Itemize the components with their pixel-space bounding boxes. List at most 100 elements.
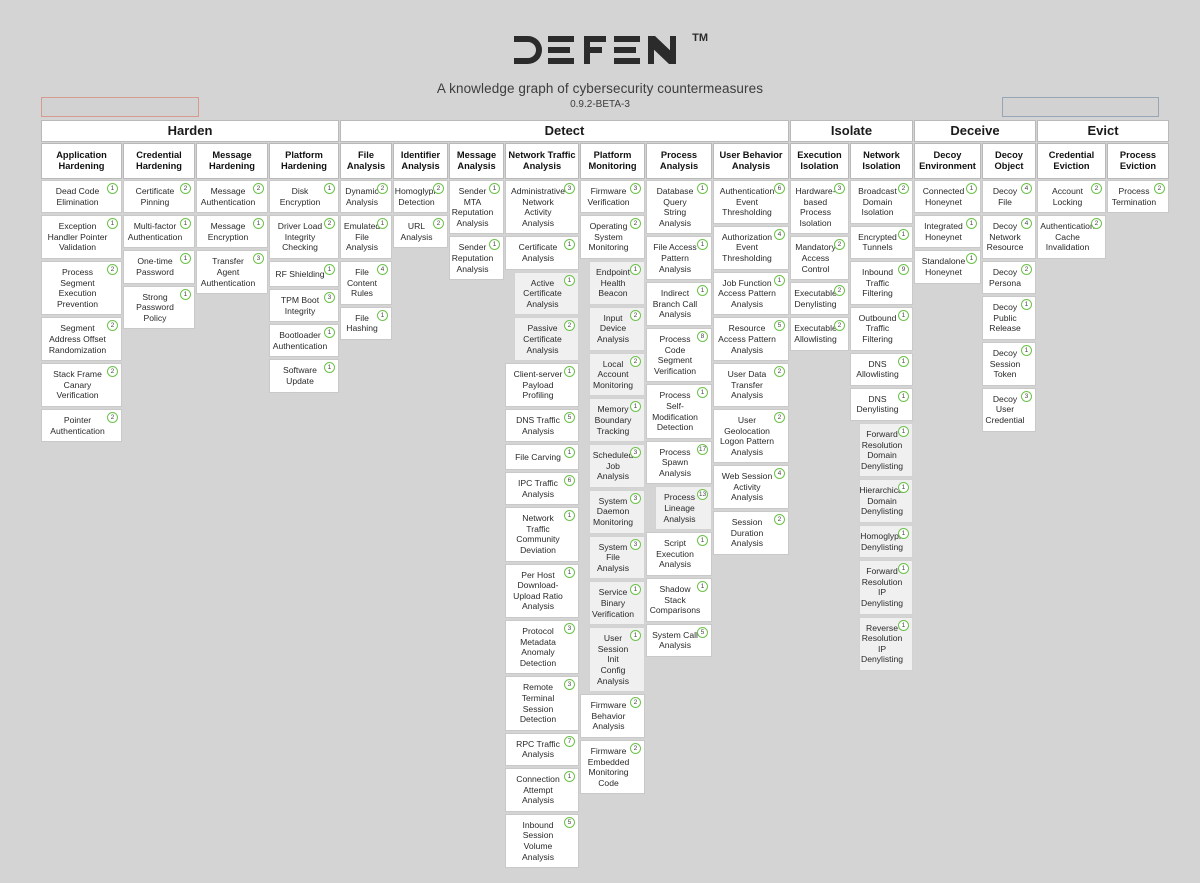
technique-cell-bootloader-authentication[interactable]: Bootloader Authentication 1	[269, 324, 339, 358]
technique-cell-sender-mta-reputation-analysis[interactable]: Sender MTA Reputation Analysis 1	[449, 180, 504, 235]
tactic-header-detect[interactable]: Detect	[340, 120, 789, 142]
technique-cell-homoglyph-denylisting[interactable]: Homoglyph Denylisting 1	[859, 525, 913, 559]
technique-cell-per-host-download-upload-ratio-analysis[interactable]: Per Host Download-Upload Ratio Analysis 1	[505, 563, 579, 619]
technique-cell-decoy-session-token[interactable]: Decoy Session Token 1	[982, 341, 1036, 386]
technique-cell-one-time-password[interactable]: One-time Password 1	[123, 250, 195, 284]
base-technique-header-identifier-analysis[interactable]: Identifier Analysis	[393, 143, 448, 179]
base-technique-header-process-eviction[interactable]: Process Eviction	[1107, 143, 1169, 179]
technique-cell-remote-terminal-session-detection[interactable]: Remote Terminal Session Detection 3	[505, 676, 579, 731]
technique-cell-decoy-user-credential[interactable]: Decoy User Credential 3	[982, 387, 1036, 432]
technique-cell-administrative-network-activity-analysis[interactable]: Administrative Network Activity Analysis…	[505, 180, 579, 235]
technique-cell-authentication-cache-invalidation[interactable]: Authentication Cache Invalidation 2	[1037, 215, 1106, 259]
technique-cell-dns-denylisting[interactable]: DNS Denylisting 1	[850, 387, 913, 421]
technique-cell-hierarchical-domain-denylisting[interactable]: Hierarchical Domain Denylisting 1	[859, 479, 913, 524]
tactic-header-isolate[interactable]: Isolate	[790, 120, 913, 142]
technique-cell-file-hashing[interactable]: File Hashing 1	[340, 306, 392, 340]
base-technique-header-platform-monitoring[interactable]: Platform Monitoring	[580, 143, 645, 179]
technique-cell-pointer-authentication[interactable]: Pointer Authentication 2	[41, 408, 122, 443]
base-technique-header-platform-hardening[interactable]: Platform Hardening	[269, 143, 339, 179]
technique-cell-ipc-traffic-analysis[interactable]: IPC Traffic Analysis 6	[505, 472, 579, 506]
technique-cell-web-session-activity-analysis[interactable]: Web Session Activity Analysis 4	[713, 465, 789, 510]
technique-cell-system-daemon-monitoring[interactable]: System Daemon Monitoring 3	[589, 489, 645, 534]
technique-cell-service-binary-verification[interactable]: Service Binary Verification 1	[589, 581, 645, 626]
technique-cell-sender-reputation-analysis[interactable]: Sender Reputation Analysis 1	[449, 236, 504, 281]
technique-cell-database-query-string-analysis[interactable]: Database Query String Analysis 1	[646, 180, 712, 235]
technique-cell-operating-system-monitoring[interactable]: Operating System Monitoring 2	[580, 215, 645, 259]
technique-cell-reverse-resolution-ip-denylisting[interactable]: Reverse Resolution IP Denylisting 1	[859, 616, 913, 671]
technique-cell-forward-resolution-domain-denylisting[interactable]: Forward Resolution Domain Denylisting 1	[859, 422, 913, 478]
technique-cell-tpm-boot-integrity[interactable]: TPM Boot Integrity 3	[269, 288, 339, 323]
technique-cell-firmware-embedded-monitoring-code[interactable]: Firmware Embedded Monitoring Code 2	[580, 739, 645, 795]
technique-cell-process-lineage-analysis[interactable]: Process Lineage Analysis 13	[655, 486, 712, 531]
technique-cell-exception-handler-pointer-validation[interactable]: Exception Handler Pointer Validation 1	[41, 215, 122, 259]
technique-cell-decoy-file[interactable]: Decoy File 4	[982, 180, 1036, 214]
base-technique-header-credential-hardening[interactable]: Credential Hardening	[123, 143, 195, 179]
technique-cell-certificate-pinning[interactable]: Certificate Pinning 2	[123, 180, 195, 214]
technique-cell-file-carving[interactable]: File Carving 1	[505, 444, 579, 471]
technique-cell-user-session-init-config-analysis[interactable]: User Session Init Config Analysis 1	[589, 627, 645, 693]
technique-cell-standalone-honeynet[interactable]: Standalone Honeynet 1	[914, 250, 981, 284]
base-technique-header-network-traffic-analysis[interactable]: Network Traffic Analysis	[505, 143, 579, 179]
technique-cell-mandatory-access-control[interactable]: Mandatory Access Control 2	[790, 236, 849, 281]
technique-cell-dynamic-analysis[interactable]: Dynamic Analysis 2	[340, 180, 392, 214]
technique-cell-file-access-pattern-analysis[interactable]: File Access Pattern Analysis 1	[646, 236, 712, 281]
technique-cell-scheduled-job-analysis[interactable]: Scheduled Job Analysis 3	[589, 444, 645, 488]
technique-cell-homoglyph-detection[interactable]: Homoglyph Detection 2	[393, 180, 448, 214]
technique-cell-decoy-network-resource[interactable]: Decoy Network Resource 4	[982, 215, 1036, 259]
technique-cell-session-duration-analysis[interactable]: Session Duration Analysis 2	[713, 511, 789, 555]
technique-cell-shadow-stack-comparisons[interactable]: Shadow Stack Comparisons 1	[646, 578, 712, 622]
technique-cell-url-analysis[interactable]: URL Analysis 2	[393, 215, 448, 249]
technique-cell-dead-code-elimination[interactable]: Dead Code Elimination 1	[41, 180, 122, 214]
technique-cell-rf-shielding[interactable]: RF Shielding 1	[269, 260, 339, 287]
technique-cell-message-encryption[interactable]: Message Encryption 1	[196, 215, 268, 249]
base-technique-header-message-analysis[interactable]: Message Analysis	[449, 143, 504, 179]
technique-cell-system-file-analysis[interactable]: System File Analysis 3	[589, 535, 645, 580]
technique-cell-dns-allowlisting[interactable]: DNS Allowlisting 1	[850, 352, 913, 386]
technique-cell-passive-certificate-analysis[interactable]: Passive Certificate Analysis 2	[514, 317, 579, 362]
technique-cell-strong-password-policy[interactable]: Strong Password Policy 1	[123, 285, 195, 330]
technique-cell-process-self-modification-detection[interactable]: Process Self-Modification Detection 1	[646, 384, 712, 439]
technique-cell-executable-allowlisting[interactable]: Executable Allowlisting 2	[790, 317, 849, 351]
base-technique-header-network-isolation[interactable]: Network Isolation	[850, 143, 913, 179]
offensive-search-input[interactable]	[41, 97, 199, 117]
base-technique-header-file-analysis[interactable]: File Analysis	[340, 143, 392, 179]
base-technique-header-decoy-environment[interactable]: Decoy Environment	[914, 143, 981, 179]
base-technique-header-user-behavior-analysis[interactable]: User Behavior Analysis	[713, 143, 789, 179]
technique-cell-executable-denylisting[interactable]: Executable Denylisting 2	[790, 282, 849, 316]
technique-cell-active-certificate-analysis[interactable]: Active Certificate Analysis 1	[514, 271, 579, 316]
technique-cell-hardware-based-process-isolation[interactable]: Hardware-based Process Isolation 3	[790, 180, 849, 235]
technique-cell-disk-encryption[interactable]: Disk Encryption 1	[269, 180, 339, 214]
technique-cell-broadcast-domain-isolation[interactable]: Broadcast Domain Isolation 2	[850, 180, 913, 224]
technique-cell-encrypted-tunnels[interactable]: Encrypted Tunnels 1	[850, 225, 913, 259]
technique-cell-dns-traffic-analysis[interactable]: DNS Traffic Analysis 5	[505, 408, 579, 443]
technique-cell-local-account-monitoring[interactable]: Local Account Monitoring 2	[589, 352, 645, 397]
technique-cell-account-locking[interactable]: Account Locking 2	[1037, 180, 1106, 214]
technique-cell-message-authentication[interactable]: Message Authentication 2	[196, 180, 268, 214]
technique-cell-memory-boundary-tracking[interactable]: Memory Boundary Tracking 1	[589, 398, 645, 443]
technique-cell-inbound-session-volume-analysis[interactable]: Inbound Session Volume Analysis 5	[505, 813, 579, 869]
technique-cell-connected-honeynet[interactable]: Connected Honeynet 1	[914, 180, 981, 214]
technique-cell-forward-resolution-ip-denylisting[interactable]: Forward Resolution IP Denylisting 1	[859, 560, 913, 615]
technique-cell-user-data-transfer-analysis[interactable]: User Data Transfer Analysis 2	[713, 363, 789, 407]
base-technique-header-credential-eviction[interactable]: Credential Eviction	[1037, 143, 1106, 179]
technique-cell-process-segment-execution-prevention[interactable]: Process Segment Execution Prevention 2	[41, 260, 122, 316]
technique-cell-job-function-access-pattern-analysis[interactable]: Job Function Access Pattern Analysis 1	[713, 271, 789, 316]
technique-cell-protocol-metadata-anomaly-detection[interactable]: Protocol Metadata Anomaly Detection 3	[505, 620, 579, 675]
tactic-header-evict[interactable]: Evict	[1037, 120, 1169, 142]
technique-cell-firmware-verification[interactable]: Firmware Verification 3	[580, 180, 645, 214]
technique-cell-certificate-analysis[interactable]: Certificate Analysis 1	[505, 236, 579, 270]
technique-cell-emulated-file-analysis[interactable]: Emulated File Analysis 1	[340, 215, 392, 259]
technique-cell-multi-factor-authentication[interactable]: Multi-factor Authentication 1	[123, 215, 195, 249]
technique-cell-rpc-traffic-analysis[interactable]: RPC Traffic Analysis 7	[505, 732, 579, 766]
technique-cell-transfer-agent-authentication[interactable]: Transfer Agent Authentication 3	[196, 250, 268, 295]
technique-cell-segment-address-offset-randomization[interactable]: Segment Address Offset Randomization 2	[41, 317, 122, 362]
technique-cell-connection-attempt-analysis[interactable]: Connection Attempt Analysis 1	[505, 767, 579, 812]
technique-cell-resource-access-pattern-analysis[interactable]: Resource Access Pattern Analysis 5	[713, 317, 789, 362]
base-technique-header-process-analysis[interactable]: Process Analysis	[646, 143, 712, 179]
technique-cell-decoy-public-release[interactable]: Decoy Public Release 1	[982, 296, 1036, 340]
technique-cell-process-spawn-analysis[interactable]: Process Spawn Analysis 17	[646, 440, 712, 485]
base-technique-header-message-hardening[interactable]: Message Hardening	[196, 143, 268, 179]
technique-cell-firmware-behavior-analysis[interactable]: Firmware Behavior Analysis 2	[580, 694, 645, 738]
technique-cell-endpoint-health-beacon[interactable]: Endpoint Health Beacon 1	[589, 260, 645, 305]
tactic-header-harden[interactable]: Harden	[41, 120, 339, 142]
